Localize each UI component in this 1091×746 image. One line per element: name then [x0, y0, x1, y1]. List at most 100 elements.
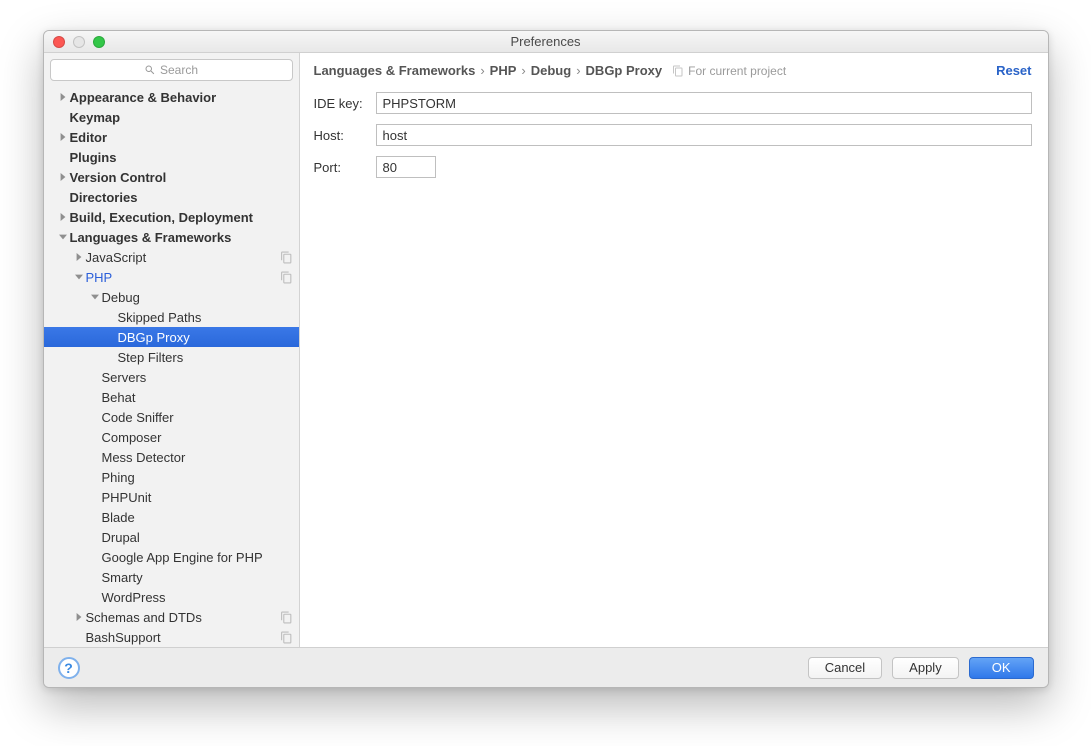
tree-item-label: Editor — [70, 130, 108, 145]
ide-key-input[interactable] — [376, 92, 1032, 114]
breadcrumb-part: PHP — [490, 63, 517, 78]
breadcrumb-separator: › — [519, 63, 527, 78]
tree-item-plugins[interactable]: Plugins — [44, 147, 299, 167]
arrow-spacer — [90, 512, 100, 522]
arrow-spacer — [90, 552, 100, 562]
window-controls — [44, 36, 105, 48]
tree-item-composer[interactable]: Composer — [44, 427, 299, 447]
tree-item-build-execution-deployment[interactable]: Build, Execution, Deployment — [44, 207, 299, 227]
port-input[interactable] — [376, 156, 436, 178]
tree-item-label: Plugins — [70, 150, 117, 165]
arrow-spacer — [58, 112, 68, 122]
project-scope-icon — [280, 271, 293, 284]
host-row: Host: — [314, 124, 1032, 146]
sidebar: Search Appearance & Behavior Keymap Editor… — [44, 53, 300, 647]
tree-item-appearance-behavior[interactable]: Appearance & Behavior — [44, 87, 299, 107]
header-row: Languages & Frameworks›PHP›Debug›DBGp Pr… — [314, 63, 1032, 78]
arrow-spacer — [90, 372, 100, 382]
tree-item-drupal[interactable]: Drupal — [44, 527, 299, 547]
tree-item-label: Step Filters — [118, 350, 184, 365]
project-scope-icon — [280, 631, 293, 644]
cancel-button[interactable]: Cancel — [808, 657, 882, 679]
tree-item-label: Drupal — [102, 530, 140, 545]
tree-item-label: Composer — [102, 430, 162, 445]
settings-tree: Appearance & Behavior Keymap Editor Plugins… — [44, 87, 299, 647]
arrow-spacer — [90, 452, 100, 462]
tree-item-label: Directories — [70, 190, 138, 205]
tree-item-keymap[interactable]: Keymap — [44, 107, 299, 127]
breadcrumb-part: Languages & Frameworks — [314, 63, 476, 78]
tree-item-step-filters[interactable]: Step Filters — [44, 347, 299, 367]
tree-item-editor[interactable]: Editor — [44, 127, 299, 147]
tree-item-label: Debug — [102, 290, 140, 305]
chevron-down-icon — [90, 292, 100, 302]
breadcrumb-part: DBGp Proxy — [586, 63, 663, 78]
tree-item-phing[interactable]: Phing — [44, 467, 299, 487]
chevron-right-icon — [74, 612, 84, 622]
tree-item-wordpress[interactable]: WordPress — [44, 587, 299, 607]
footer: ? Cancel Apply OK — [44, 648, 1048, 687]
breadcrumb: Languages & Frameworks›PHP›Debug›DBGp Pr… — [314, 63, 663, 78]
tree-item-label: WordPress — [102, 590, 166, 605]
tree-item-google-app-engine-for-php[interactable]: Google App Engine for PHP — [44, 547, 299, 567]
tree-item-label: BashSupport — [86, 630, 161, 645]
tree-item-phpunit[interactable]: PHPUnit — [44, 487, 299, 507]
arrow-spacer — [90, 472, 100, 482]
copy-icon — [672, 65, 684, 77]
host-input[interactable] — [376, 124, 1032, 146]
tree-item-bashsupport[interactable]: BashSupport — [44, 627, 299, 647]
tree-item-languages-frameworks[interactable]: Languages & Frameworks — [44, 227, 299, 247]
tree-item-dbgp-proxy[interactable]: DBGp Proxy — [44, 327, 299, 347]
content-area: Search Appearance & Behavior Keymap Editor… — [44, 53, 1048, 648]
close-window-button[interactable] — [53, 36, 65, 48]
scope-label: For current project — [688, 64, 786, 78]
tree-item-servers[interactable]: Servers — [44, 367, 299, 387]
tree-item-label: Behat — [102, 390, 136, 405]
main-panel: Languages & Frameworks›PHP›Debug›DBGp Pr… — [300, 53, 1048, 647]
tree-item-label: Servers — [102, 370, 147, 385]
tree-item-blade[interactable]: Blade — [44, 507, 299, 527]
project-scope-icon — [280, 251, 293, 264]
reset-link[interactable]: Reset — [996, 63, 1031, 78]
project-scope-icon — [280, 611, 293, 624]
tree-item-label: Build, Execution, Deployment — [70, 210, 253, 225]
arrow-spacer — [90, 492, 100, 502]
chevron-down-icon — [74, 272, 84, 282]
ok-button[interactable]: OK — [969, 657, 1034, 679]
tree-item-mess-detector[interactable]: Mess Detector — [44, 447, 299, 467]
help-button[interactable]: ? — [58, 657, 80, 679]
tree-item-code-sniffer[interactable]: Code Sniffer — [44, 407, 299, 427]
preferences-window: Preferences Search Appearance & Behavior… — [43, 30, 1049, 688]
search-input[interactable]: Search — [50, 59, 293, 81]
tree-item-smarty[interactable]: Smarty — [44, 567, 299, 587]
search-icon — [144, 64, 156, 76]
chevron-down-icon — [58, 232, 68, 242]
zoom-window-button[interactable] — [93, 36, 105, 48]
port-label: Port: — [314, 160, 376, 175]
tree-item-label: PHP — [86, 270, 113, 285]
chevron-right-icon — [58, 92, 68, 102]
tree-item-javascript[interactable]: JavaScript — [44, 247, 299, 267]
tree-item-version-control[interactable]: Version Control — [44, 167, 299, 187]
minimize-window-button[interactable] — [73, 36, 85, 48]
tree-item-debug[interactable]: Debug — [44, 287, 299, 307]
titlebar: Preferences — [44, 31, 1048, 53]
chevron-right-icon — [58, 172, 68, 182]
tree-item-behat[interactable]: Behat — [44, 387, 299, 407]
tree-item-php[interactable]: PHP — [44, 267, 299, 287]
breadcrumb-part: Debug — [531, 63, 571, 78]
breadcrumb-separator: › — [478, 63, 486, 78]
tree-item-skipped-paths[interactable]: Skipped Paths — [44, 307, 299, 327]
tree-item-schemas-and-dtds[interactable]: Schemas and DTDs — [44, 607, 299, 627]
ide-key-label: IDE key: — [314, 96, 376, 111]
ide-key-row: IDE key: — [314, 92, 1032, 114]
tree-item-label: Appearance & Behavior — [70, 90, 217, 105]
scope-indicator: For current project — [672, 64, 786, 78]
arrow-spacer — [58, 192, 68, 202]
arrow-spacer — [90, 392, 100, 402]
apply-button[interactable]: Apply — [892, 657, 959, 679]
arrow-spacer — [90, 412, 100, 422]
tree-item-label: Schemas and DTDs — [86, 610, 202, 625]
tree-item-label: JavaScript — [86, 250, 147, 265]
tree-item-directories[interactable]: Directories — [44, 187, 299, 207]
